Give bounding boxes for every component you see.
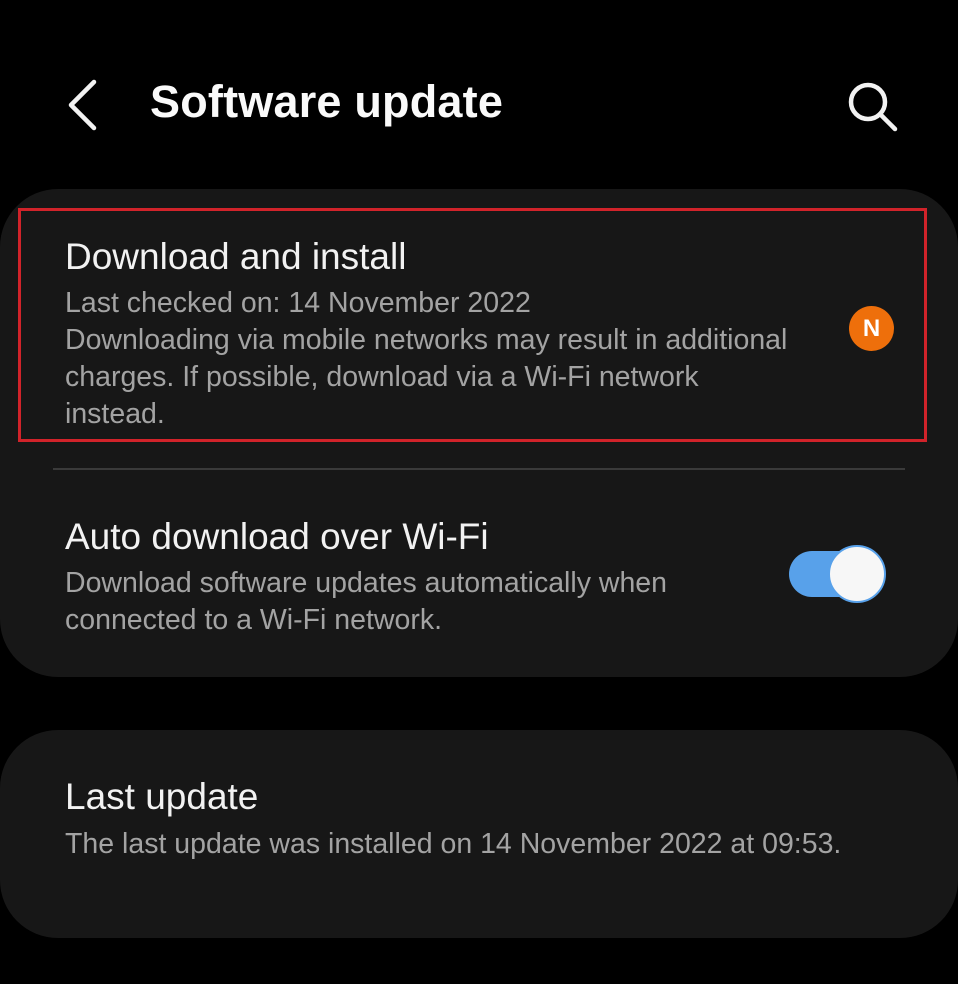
mobile-network-notice: Downloading via mobile networks may resu… xyxy=(65,324,788,430)
search-icon xyxy=(848,82,898,132)
last-checked-text: Last checked on: 14 November 2022 xyxy=(65,287,531,319)
last-update-title: Last update xyxy=(65,776,259,817)
download-and-install-item[interactable]: Download and install Last checked on: 14… xyxy=(0,210,958,442)
new-update-badge: N xyxy=(849,306,894,351)
page-title: Software update xyxy=(150,76,504,127)
app-bar: Software update xyxy=(0,0,958,190)
back-button[interactable] xyxy=(58,72,110,138)
last-update-description: The last update was installed on 14 Nove… xyxy=(65,828,842,860)
software-update-screen: Software update Download and install Las… xyxy=(0,0,958,984)
search-button[interactable] xyxy=(840,74,906,140)
chevron-left-icon xyxy=(68,79,97,131)
toggle-knob xyxy=(828,545,886,603)
auto-download-toggle[interactable] xyxy=(789,545,887,603)
last-update-item: Last update The last update was installe… xyxy=(0,752,958,922)
auto-download-title: Auto download over Wi-Fi xyxy=(65,516,489,557)
download-and-install-title: Download and install xyxy=(65,236,407,277)
divider xyxy=(53,468,905,470)
auto-download-description: Download software updates automatically … xyxy=(65,567,668,636)
